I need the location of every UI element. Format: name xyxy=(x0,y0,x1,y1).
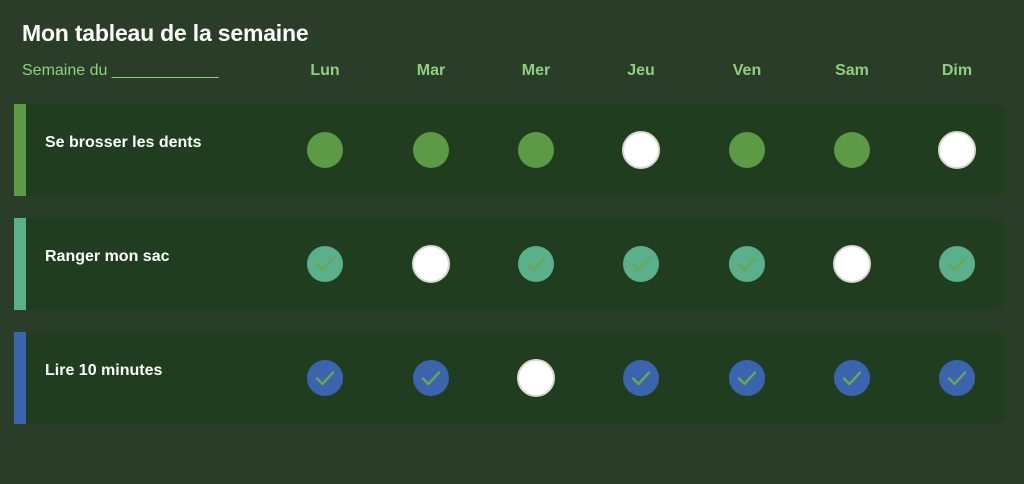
habit-row: Ranger mon sac xyxy=(14,218,1005,310)
habit-name: Ranger mon sac xyxy=(45,248,170,265)
day-header-lun: Lun xyxy=(310,62,340,79)
day-cell-empty-sam[interactable] xyxy=(833,245,871,283)
day-cell-done-ven[interactable] xyxy=(729,132,765,168)
day-cell-done-lun[interactable] xyxy=(307,360,343,396)
check-icon xyxy=(947,371,967,386)
day-cell-done-lun[interactable] xyxy=(307,132,343,168)
day-cell-done-mer[interactable] xyxy=(518,246,554,282)
day-cell-done-sam[interactable] xyxy=(834,132,870,168)
habit-color-bar xyxy=(14,104,26,196)
habit-row: Se brosser les dents xyxy=(14,104,1005,196)
day-cell-done-jeu[interactable] xyxy=(623,246,659,282)
day-cell-empty-jeu[interactable] xyxy=(622,131,660,169)
day-cell-done-jeu[interactable] xyxy=(623,360,659,396)
day-header-jeu: Jeu xyxy=(627,62,655,79)
day-header-dim: Dim xyxy=(941,62,973,79)
habit-row: Lire 10 minutes xyxy=(14,332,1005,424)
day-cell-done-mar[interactable] xyxy=(413,360,449,396)
habit-name: Se brosser les dents xyxy=(45,134,202,151)
day-cell-done-mer[interactable] xyxy=(518,132,554,168)
check-icon xyxy=(737,371,757,386)
day-cell-empty-mer[interactable] xyxy=(517,359,555,397)
habit-name: Lire 10 minutes xyxy=(45,362,163,379)
day-cell-empty-dim[interactable] xyxy=(938,131,976,169)
check-icon xyxy=(947,257,967,272)
check-icon xyxy=(631,371,651,386)
check-icon xyxy=(631,257,651,272)
day-cell-done-lun[interactable] xyxy=(307,246,343,282)
day-cell-done-ven[interactable] xyxy=(729,246,765,282)
page-title: Mon tableau de la semaine xyxy=(22,20,309,46)
day-header-sam: Sam xyxy=(835,62,869,79)
day-cell-done-dim[interactable] xyxy=(939,246,975,282)
day-cell-empty-mar[interactable] xyxy=(412,245,450,283)
check-icon xyxy=(737,257,757,272)
day-header-mar: Mar xyxy=(416,62,446,79)
day-cell-done-ven[interactable] xyxy=(729,360,765,396)
check-icon xyxy=(526,257,546,272)
check-icon xyxy=(842,371,862,386)
habit-color-bar xyxy=(14,218,26,310)
habit-color-bar xyxy=(14,332,26,424)
day-cell-done-mar[interactable] xyxy=(413,132,449,168)
check-icon xyxy=(315,371,335,386)
day-header-ven: Ven xyxy=(732,62,762,79)
check-icon xyxy=(421,371,441,386)
week-label: Semaine du ____________ xyxy=(22,62,219,79)
day-header-mer: Mer xyxy=(521,62,551,79)
day-cell-done-sam[interactable] xyxy=(834,360,870,396)
check-icon xyxy=(315,257,335,272)
day-cell-done-dim[interactable] xyxy=(939,360,975,396)
